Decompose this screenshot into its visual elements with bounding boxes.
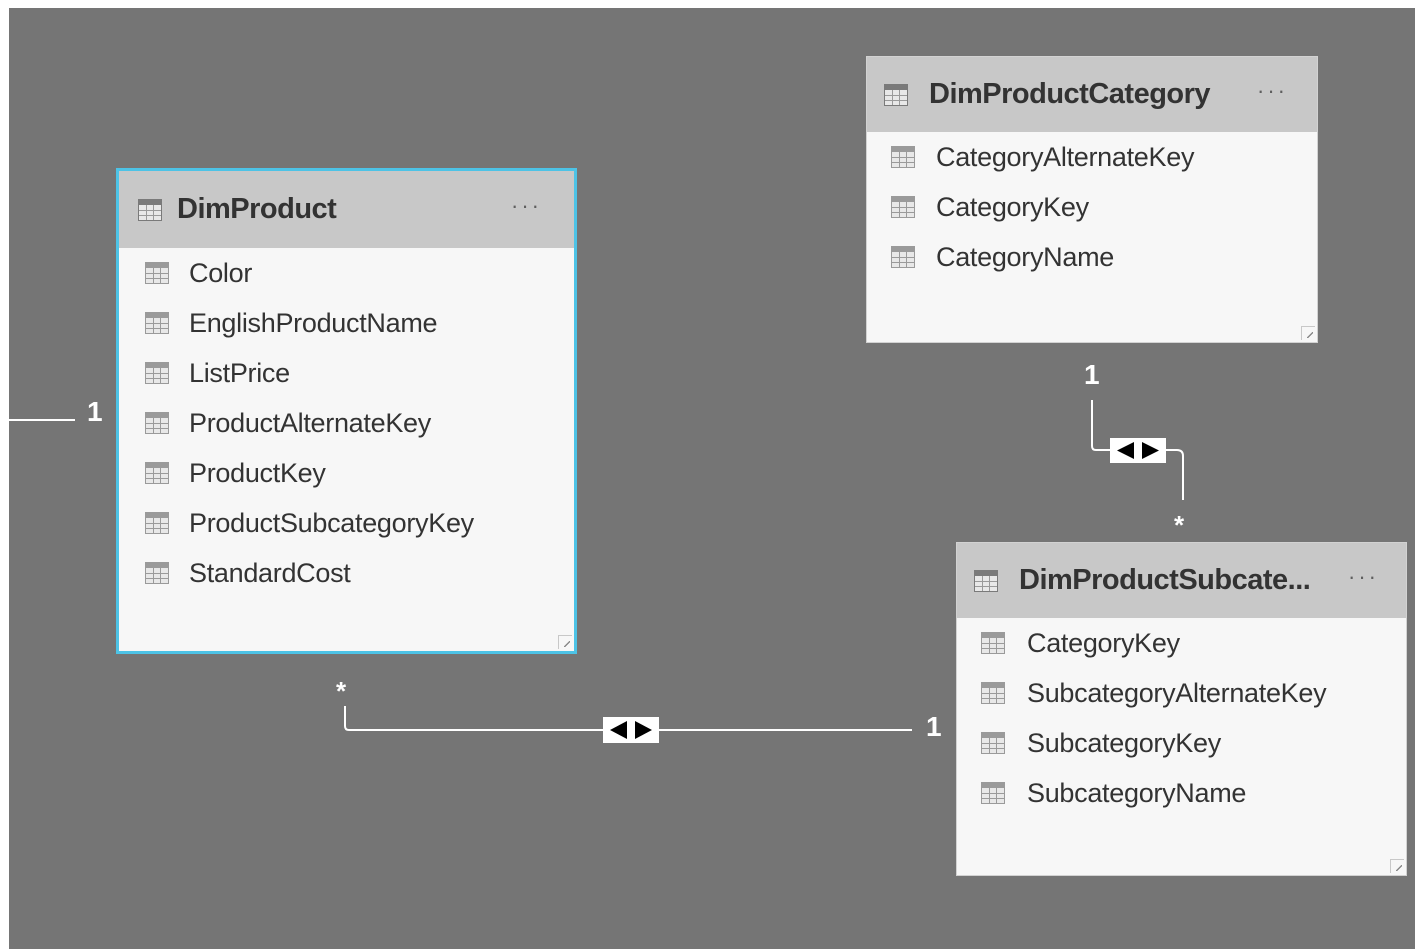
column-icon (145, 262, 169, 284)
field-item[interactable]: SubcategoryName (957, 768, 1406, 818)
table-header[interactable]: DimProductSubcate... ··· (957, 543, 1406, 618)
cardinality-label: * (336, 676, 347, 706)
field-name: Color (189, 257, 253, 288)
column-icon (891, 196, 915, 218)
table-title: DimProductCategory (929, 78, 1211, 110)
field-name: SubcategoryAlternateKey (1027, 677, 1327, 708)
column-icon (981, 782, 1005, 804)
field-item[interactable]: CategoryKey (867, 182, 1317, 232)
table-card-dimproductsubcategory[interactable]: DimProductSubcate... ··· CategoryKey Sub… (956, 542, 1407, 876)
column-icon (891, 246, 915, 268)
column-icon (891, 146, 915, 168)
table-header[interactable]: DimProductCategory ··· (867, 57, 1317, 132)
field-name: ListPrice (189, 357, 290, 388)
field-item[interactable]: CategoryName (867, 232, 1317, 282)
table-card-dimproduct[interactable]: DimProduct ··· Color EnglishProductName … (116, 168, 577, 654)
table-card-dimproductcategory[interactable]: DimProductCategory ··· CategoryAlternate… (866, 56, 1318, 343)
cardinality-label: * (1174, 510, 1185, 540)
column-icon (145, 462, 169, 484)
resize-handle[interactable] (1301, 326, 1315, 340)
field-list: CategoryAlternateKey CategoryKey Categor… (867, 132, 1317, 282)
column-icon (981, 732, 1005, 754)
more-options-icon[interactable]: ··· (1257, 78, 1288, 104)
column-icon (981, 632, 1005, 654)
field-name: CategoryAlternateKey (936, 141, 1195, 172)
table-icon (884, 83, 908, 106)
field-name: SubcategoryKey (1027, 727, 1221, 758)
field-item[interactable]: ProductKey (119, 448, 574, 498)
field-name: CategoryKey (936, 191, 1089, 222)
field-item[interactable]: CategoryKey (957, 618, 1406, 668)
more-options-icon[interactable]: ··· (1348, 564, 1379, 590)
field-item[interactable]: SubcategoryAlternateKey (957, 668, 1406, 718)
field-name: EnglishProductName (189, 307, 438, 338)
field-item[interactable]: ProductAlternateKey (119, 398, 574, 448)
column-icon (981, 682, 1005, 704)
cardinality-label: 1 (1084, 359, 1100, 390)
cross-filter-both-icon[interactable] (603, 717, 659, 743)
field-item[interactable]: ListPrice (119, 348, 574, 398)
field-list: CategoryKey SubcategoryAlternateKey Subc… (957, 618, 1406, 818)
cross-filter-both-icon[interactable] (1110, 438, 1166, 463)
field-item[interactable]: EnglishProductName (119, 298, 574, 348)
field-name: ProductSubcategoryKey (189, 507, 474, 538)
field-item[interactable]: StandardCost (119, 548, 574, 598)
table-header[interactable]: DimProduct ··· (119, 171, 574, 248)
resize-handle[interactable] (1390, 859, 1404, 873)
column-icon (145, 512, 169, 534)
column-icon (145, 562, 169, 584)
field-list: Color EnglishProductName ListPrice Produ… (119, 248, 574, 598)
field-item[interactable]: ProductSubcategoryKey (119, 498, 574, 548)
more-options-icon[interactable]: ··· (511, 193, 542, 219)
field-name: CategoryName (936, 241, 1114, 272)
field-name: ProductKey (189, 457, 326, 488)
column-icon (145, 362, 169, 384)
resize-handle[interactable] (558, 635, 572, 649)
cardinality-label: 1 (926, 711, 942, 742)
field-name: SubcategoryName (1027, 777, 1247, 808)
field-name: StandardCost (189, 557, 351, 588)
field-item[interactable]: CategoryAlternateKey (867, 132, 1317, 182)
cardinality-label: 1 (87, 396, 103, 427)
table-icon (138, 198, 162, 221)
field-name: ProductAlternateKey (189, 407, 431, 438)
table-title: DimProduct (177, 193, 337, 225)
table-title: DimProductSubcate... (1019, 564, 1311, 596)
field-item[interactable]: Color (119, 248, 574, 298)
field-item[interactable]: SubcategoryKey (957, 718, 1406, 768)
column-icon (145, 312, 169, 334)
column-icon (145, 412, 169, 434)
table-icon (974, 569, 998, 592)
field-name: CategoryKey (1027, 627, 1180, 658)
